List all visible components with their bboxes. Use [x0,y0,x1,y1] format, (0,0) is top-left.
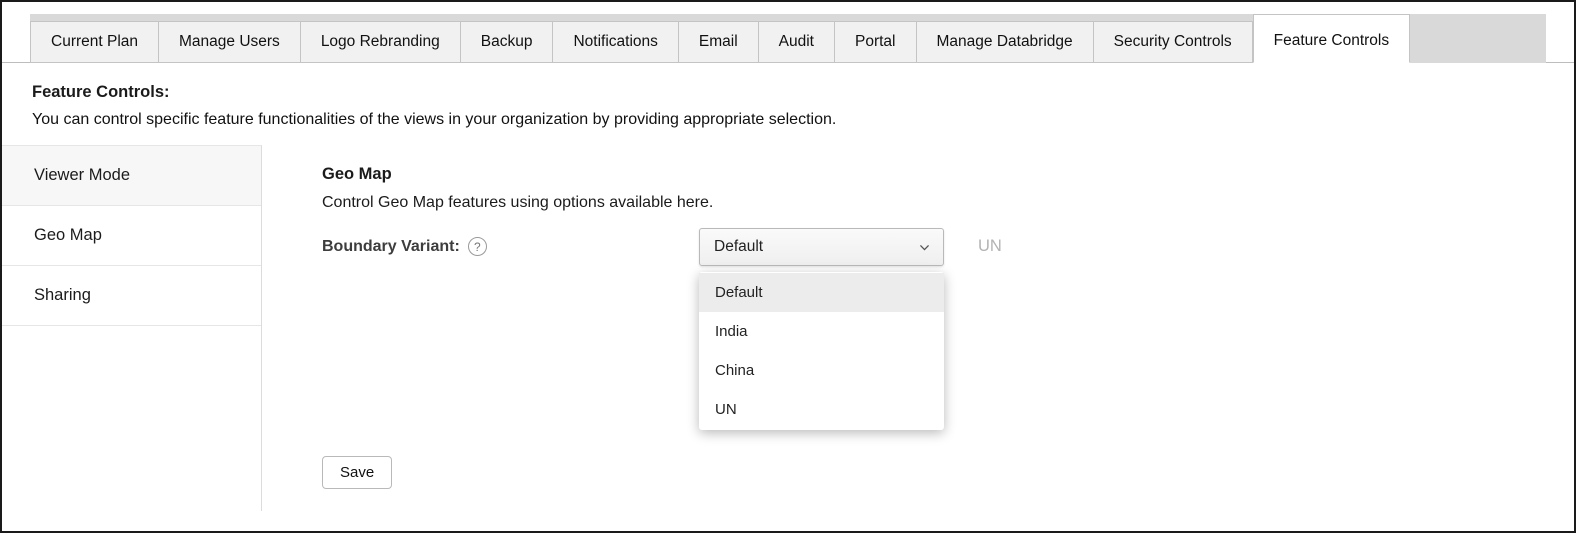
tab-feature-controls[interactable]: Feature Controls [1253,14,1410,63]
body: Viewer Mode Geo Map Sharing Geo Map Cont… [2,145,1574,511]
sidebar: Viewer Mode Geo Map Sharing [2,145,262,511]
tab-audit[interactable]: Audit [759,21,835,63]
tab-manage-databridge[interactable]: Manage Databridge [917,21,1094,63]
tab-security-controls[interactable]: Security Controls [1094,21,1253,63]
tab-notifications[interactable]: Notifications [553,21,678,63]
help-icon[interactable]: ? [468,237,487,256]
select-selected-value: Default [714,238,763,256]
tab-backup[interactable]: Backup [461,21,554,63]
save-button[interactable]: Save [322,456,392,489]
chevron-down-icon [918,241,931,254]
sidebar-item-geo-map[interactable]: Geo Map [2,206,261,266]
field-label-wrap: Boundary Variant: ? [322,228,699,256]
ghost-previous-value: UN [978,228,1002,256]
tab-strip: Current Plan Manage Users Logo Rebrandin… [30,14,1546,63]
boundary-variant-select-wrap: Default Default India China UN [699,228,944,266]
option-india[interactable]: India [699,312,944,351]
page-header: Feature Controls: You can control specif… [2,63,1574,145]
main-content: Geo Map Control Geo Map features using o… [262,145,1574,511]
sidebar-item-viewer-mode[interactable]: Viewer Mode [2,146,261,206]
tab-bar: Current Plan Manage Users Logo Rebrandin… [2,2,1574,63]
feature-controls-page: Current Plan Manage Users Logo Rebrandin… [2,2,1574,511]
option-un[interactable]: UN [699,390,944,429]
page-description: You can control specific feature functio… [32,111,1544,129]
boundary-variant-select[interactable]: Default [699,228,944,266]
save-row: Save [322,456,1574,489]
option-china[interactable]: China [699,351,944,390]
page-title: Feature Controls: [32,83,1544,102]
section-title: Geo Map [322,165,1574,184]
tab-logo-rebranding[interactable]: Logo Rebranding [301,21,461,63]
tab-current-plan[interactable]: Current Plan [30,21,159,63]
boundary-variant-menu: Default India China UN [699,272,944,430]
boundary-variant-field: Boundary Variant: ? Default Default Indi… [322,228,1574,266]
boundary-variant-label: Boundary Variant: [322,238,460,256]
tab-email[interactable]: Email [679,21,759,63]
option-default[interactable]: Default [699,273,944,312]
section-description: Control Geo Map features using options a… [322,194,1574,212]
sidebar-item-sharing[interactable]: Sharing [2,266,261,326]
tab-portal[interactable]: Portal [835,21,917,63]
tab-manage-users[interactable]: Manage Users [159,21,301,63]
